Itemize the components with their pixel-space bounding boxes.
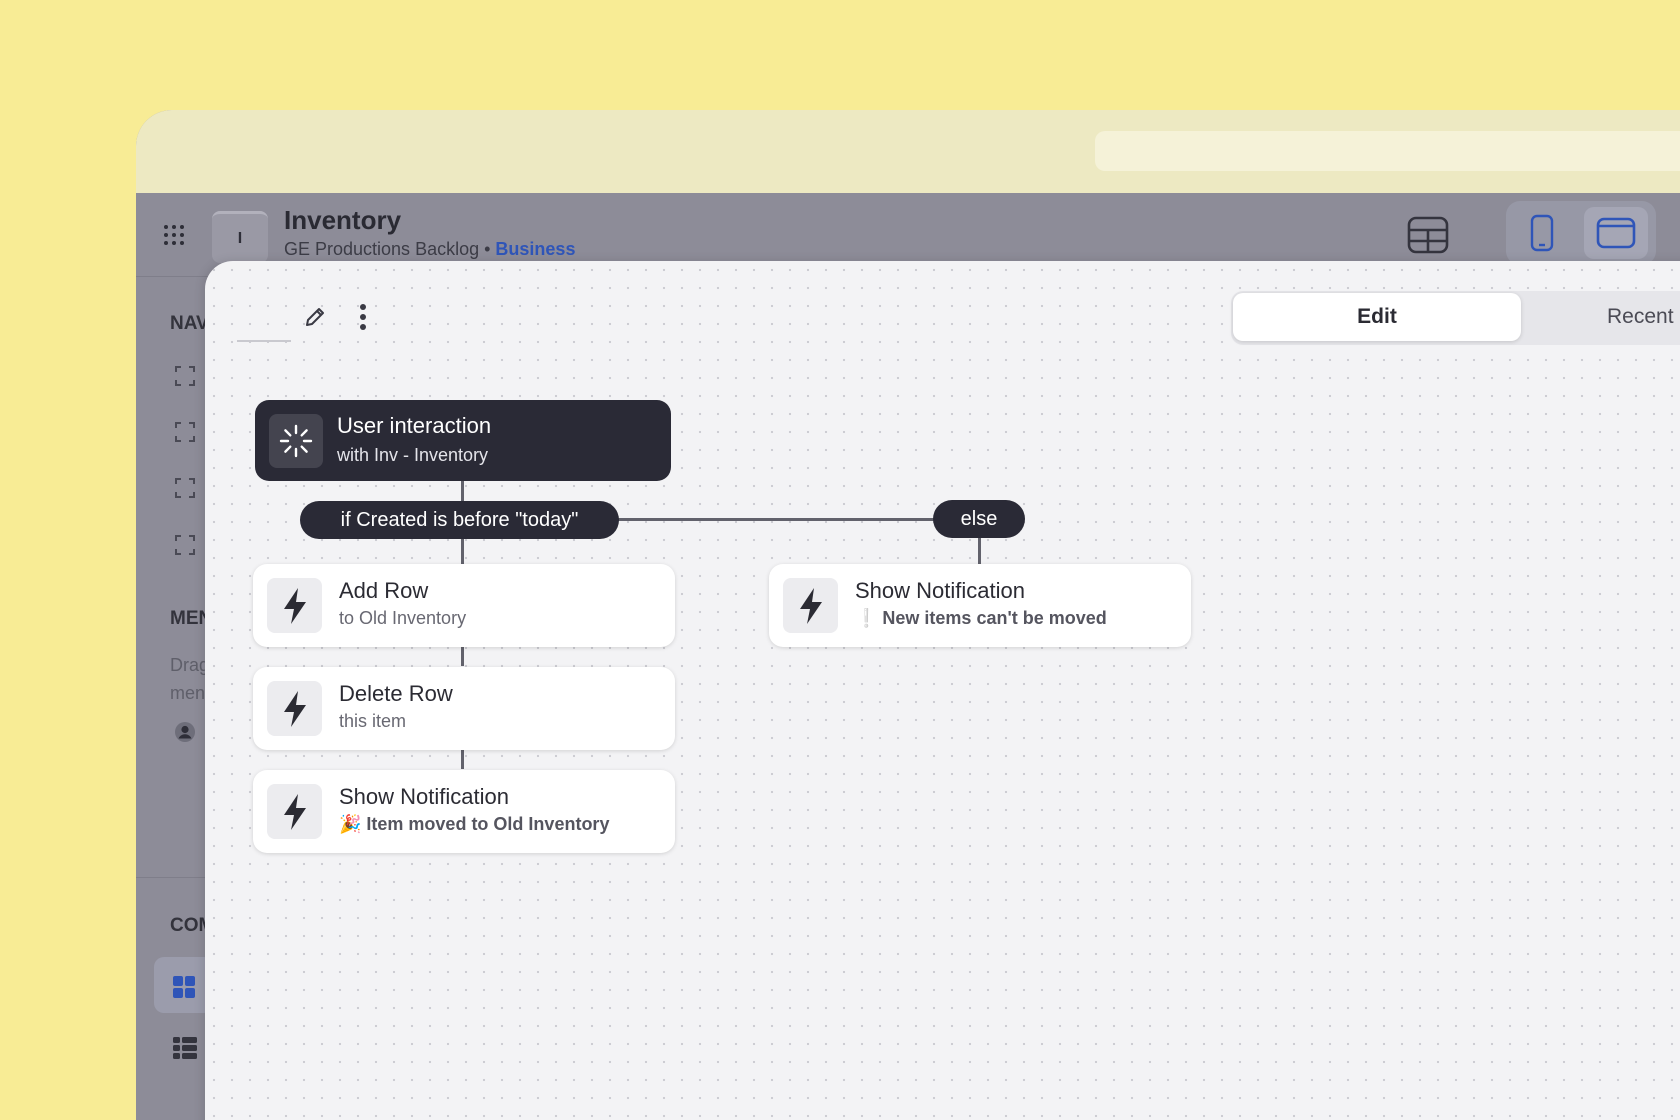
action-subtitle: ❕ New items can't be moved <box>855 608 1107 628</box>
components-section-label: COM <box>170 915 206 936</box>
action-subtitle: this item <box>339 711 407 731</box>
tab-edit[interactable]: Edit <box>1233 293 1521 341</box>
action-node[interactable]: Add Row to Old Inventory <box>253 564 675 647</box>
menu-hint-text: Drag <box>170 655 206 675</box>
action-title: Show Notification <box>339 784 509 809</box>
address-bar[interactable] <box>1095 131 1680 171</box>
menu-section-label: MEN <box>170 608 206 629</box>
tab-recent[interactable]: Recent <box>1607 305 1674 329</box>
app-subtitle: GE Productions Backlog • Business <box>284 239 575 260</box>
browser-titlebar <box>136 110 1680 193</box>
flow-connector <box>605 518 935 521</box>
grid-layout-icon[interactable] <box>172 975 196 999</box>
action-node[interactable]: Show Notification 🎉 Item moved to Old In… <box>253 770 675 853</box>
app-title: Inventory <box>284 205 402 235</box>
menu-hint-text: men <box>170 683 206 703</box>
phone-preview-button[interactable] <box>1510 207 1574 259</box>
trigger-title: User interaction <box>337 413 492 438</box>
spinner-icon <box>279 424 313 458</box>
lightning-icon <box>267 784 322 839</box>
lightning-icon <box>267 681 322 736</box>
spinner-icon <box>269 414 323 468</box>
trigger-subtitle: with Inv - Inventory <box>337 445 489 465</box>
data-editor-icon[interactable] <box>1406 215 1450 255</box>
navigation-section-label: NAV <box>170 313 206 334</box>
more-options-icon[interactable] <box>351 301 375 333</box>
trigger-node[interactable]: User interaction with Inv - Inventory <box>255 400 671 481</box>
action-title: Delete Row <box>339 681 453 706</box>
action-subtitle: to Old Inventory <box>339 608 467 628</box>
layout-sidebar: NAV MEN Drag men COM <box>136 277 206 1120</box>
tablet-preview-button[interactable] <box>1584 207 1648 259</box>
else-action-node[interactable]: Show Notification ❕ New items can't be m… <box>769 564 1191 647</box>
device-toggle <box>1506 201 1656 265</box>
focus-frame-icon[interactable] <box>174 477 196 499</box>
pencil-icon[interactable] <box>303 305 327 329</box>
action-title: Show Notification <box>855 578 1025 603</box>
user-avatar-icon <box>175 722 195 742</box>
sidebar-divider <box>136 877 206 878</box>
focus-frame-icon[interactable] <box>174 365 196 387</box>
lightning-icon <box>283 587 306 624</box>
editor-tabs: Edit Recent <box>1231 291 1680 345</box>
action-editor-canvas: Edit Recent User interaction with Inv - … <box>205 261 1680 1120</box>
apps-grid-icon[interactable] <box>162 223 186 247</box>
app-window: I Inventory GE Productions Backlog • Bus… <box>136 110 1680 1120</box>
action-title: Add Row <box>339 578 429 603</box>
lightning-icon <box>283 793 306 830</box>
else-pill[interactable]: else <box>933 500 1025 538</box>
phone-icon <box>1530 214 1554 252</box>
lightning-icon <box>783 578 838 633</box>
action-subtitle: 🎉 Item moved to Old Inventory <box>339 814 610 834</box>
plan-badge[interactable]: Business <box>495 239 575 259</box>
flow-connector <box>461 644 464 666</box>
action-node[interactable]: Delete Row this item <box>253 667 675 750</box>
condition-pill[interactable]: if Created is before "today" <box>300 501 619 539</box>
table-layout-icon[interactable] <box>172 1035 198 1061</box>
app-thumbnail[interactable]: I <box>212 211 268 263</box>
tablet-icon <box>1596 217 1636 249</box>
focus-frame-icon[interactable] <box>174 421 196 443</box>
lightning-icon <box>799 587 822 624</box>
action-name-field[interactable] <box>237 340 291 342</box>
lightning-icon <box>283 690 306 727</box>
lightning-icon <box>267 578 322 633</box>
flow-connector <box>461 747 464 769</box>
focus-frame-icon[interactable] <box>174 534 196 556</box>
team-name: GE Productions Backlog • <box>284 239 491 259</box>
